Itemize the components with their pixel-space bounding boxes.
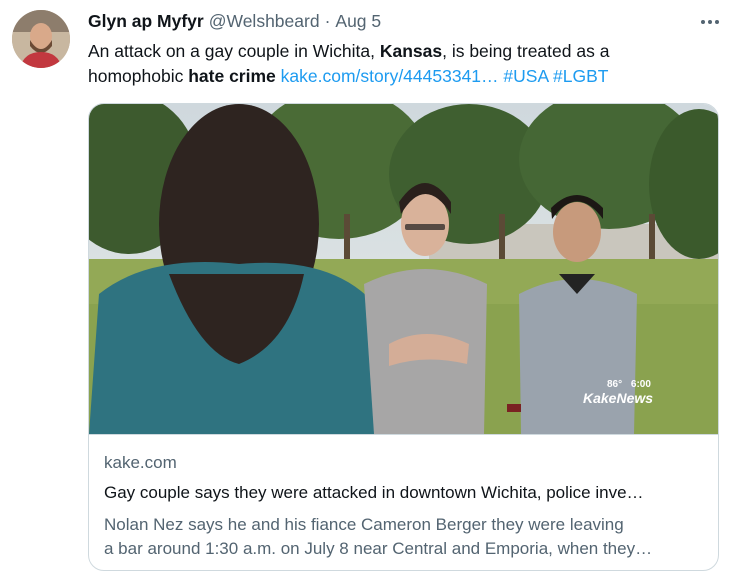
separator-dot: ·: [324, 11, 331, 31]
tweet-link[interactable]: kake.com/story/44453341…: [281, 66, 499, 86]
card-image[interactable]: 86° 6:00 KakeNews: [89, 104, 718, 434]
overlay-temp: 86°: [607, 379, 622, 390]
hashtag-lgbt[interactable]: #LGBT: [553, 66, 608, 86]
tweet[interactable]: Glyn ap Myfyr @Welshbeard · Aug 5 An att…: [0, 0, 742, 582]
card-meta[interactable]: kake.com Gay couple says they were attac…: [89, 434, 718, 570]
tweet-text-part: An attack on a gay couple in Wichita,: [88, 41, 380, 61]
link-card[interactable]: 86° 6:00 KakeNews kake.com Gay couple sa…: [88, 103, 719, 571]
user-handle[interactable]: @Welshbeard: [209, 11, 320, 32]
card-description-line: Nolan Nez says he and his fiance Cameron…: [104, 515, 624, 534]
tweet-text-bold: hate crime: [188, 66, 276, 86]
card-title: Gay couple says they were attacked in do…: [104, 483, 644, 502]
overlay-brand: KakeNews: [583, 390, 653, 406]
card-description-line: a bar around 1:30 a.m. on July 8 near Ce…: [104, 539, 653, 558]
tweet-header: Glyn ap Myfyr @Welshbeard · Aug 5: [88, 11, 381, 35]
tweet-text-bold: Kansas: [379, 41, 443, 61]
overlay-clock: 6:00: [631, 379, 651, 390]
more-horizontal-icon[interactable]: [696, 12, 724, 32]
tweet-date[interactable]: Aug 5: [335, 11, 381, 32]
card-description: Nolan Nez says he and his fiance Cameron…: [104, 513, 704, 561]
avatar[interactable]: [12, 10, 70, 68]
tweet-text: An attack on a gay couple in Wichita, Ka…: [88, 39, 708, 89]
display-name[interactable]: Glyn ap Myfyr: [88, 11, 204, 32]
card-domain: kake.com: [104, 453, 177, 472]
hashtag-usa[interactable]: #USA: [503, 66, 548, 86]
